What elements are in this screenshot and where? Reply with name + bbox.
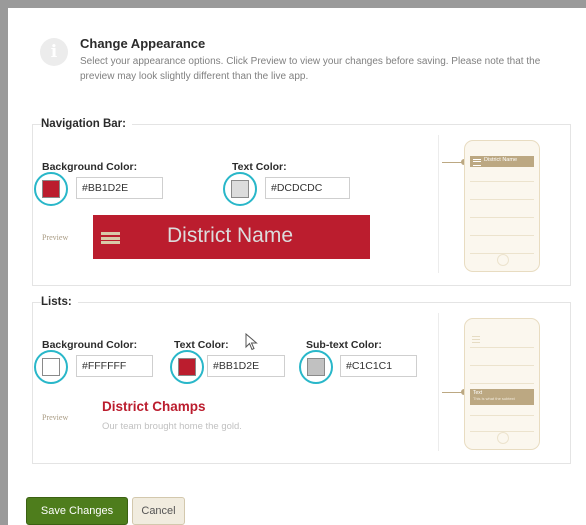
nav-background-swatch (42, 180, 60, 198)
nav-text-swatch-button[interactable] (223, 172, 257, 206)
phone-list-item: Text This is what the subtext (470, 389, 534, 405)
phone-hamburger-icon (472, 336, 480, 343)
lists-heading: Lists: (41, 296, 78, 308)
cancel-button[interactable]: Cancel (132, 497, 185, 525)
phone-home-button-icon (497, 254, 509, 266)
list-background-swatch (42, 358, 60, 376)
phone-navbar-text: District Name (484, 157, 518, 163)
nav-background-swatch-button[interactable] (34, 172, 68, 206)
list-subtext-swatch (307, 358, 325, 376)
nav-preview-label: Preview (42, 233, 69, 242)
list-text-color-input[interactable] (207, 355, 285, 377)
nav-background-color-label: Background Color: (42, 161, 138, 173)
list-background-color-input[interactable] (76, 355, 153, 377)
phone-hamburger-icon (473, 159, 481, 166)
list-preview-label: Preview (42, 413, 69, 422)
list-subtext-swatch-button[interactable] (299, 350, 333, 384)
nav-text-color-input[interactable] (265, 177, 350, 199)
list-subtext-color-input[interactable] (340, 355, 417, 377)
mouse-cursor-icon (245, 333, 258, 351)
list-background-color-label: Background Color: (42, 339, 138, 351)
phone-preview-nav: District Name (464, 140, 540, 272)
page-title: Change Appearance (80, 36, 206, 51)
list-text-swatch-button[interactable] (170, 350, 204, 384)
hamburger-icon (101, 232, 120, 244)
nav-preview-text: District Name (167, 224, 294, 247)
nav-background-color-input[interactable] (76, 177, 163, 199)
navigation-bar-section: Navigation Bar: Background Color: Text C… (32, 118, 571, 286)
phone-preview-list: Text This is what the subtext (464, 318, 540, 450)
nav-preview-bar: District Name (93, 215, 370, 259)
list-preview-title: District Champs (102, 399, 206, 414)
change-appearance-dialog: i Change Appearance Select your appearan… (8, 8, 586, 525)
page-description: Select your appearance options. Click Pr… (80, 56, 541, 82)
list-preview-subtitle: Our team brought home the gold. (102, 421, 242, 432)
save-changes-button[interactable]: Save Changes (26, 497, 128, 525)
divider (438, 135, 439, 273)
list-background-swatch-button[interactable] (34, 350, 68, 384)
list-text-swatch (178, 358, 196, 376)
phone-navbar: District Name (470, 156, 534, 167)
phone-home-button-icon (497, 432, 509, 444)
phone-list-item-subtitle: This is what the subtext (473, 396, 515, 401)
list-text-color-label: Text Color: (174, 339, 229, 351)
nav-text-swatch (231, 180, 249, 198)
info-icon: i (40, 38, 68, 66)
navigation-bar-heading: Navigation Bar: (41, 118, 132, 130)
divider (438, 313, 439, 451)
lists-section: Lists: Background Color: Text Color: Sub… (32, 296, 571, 464)
